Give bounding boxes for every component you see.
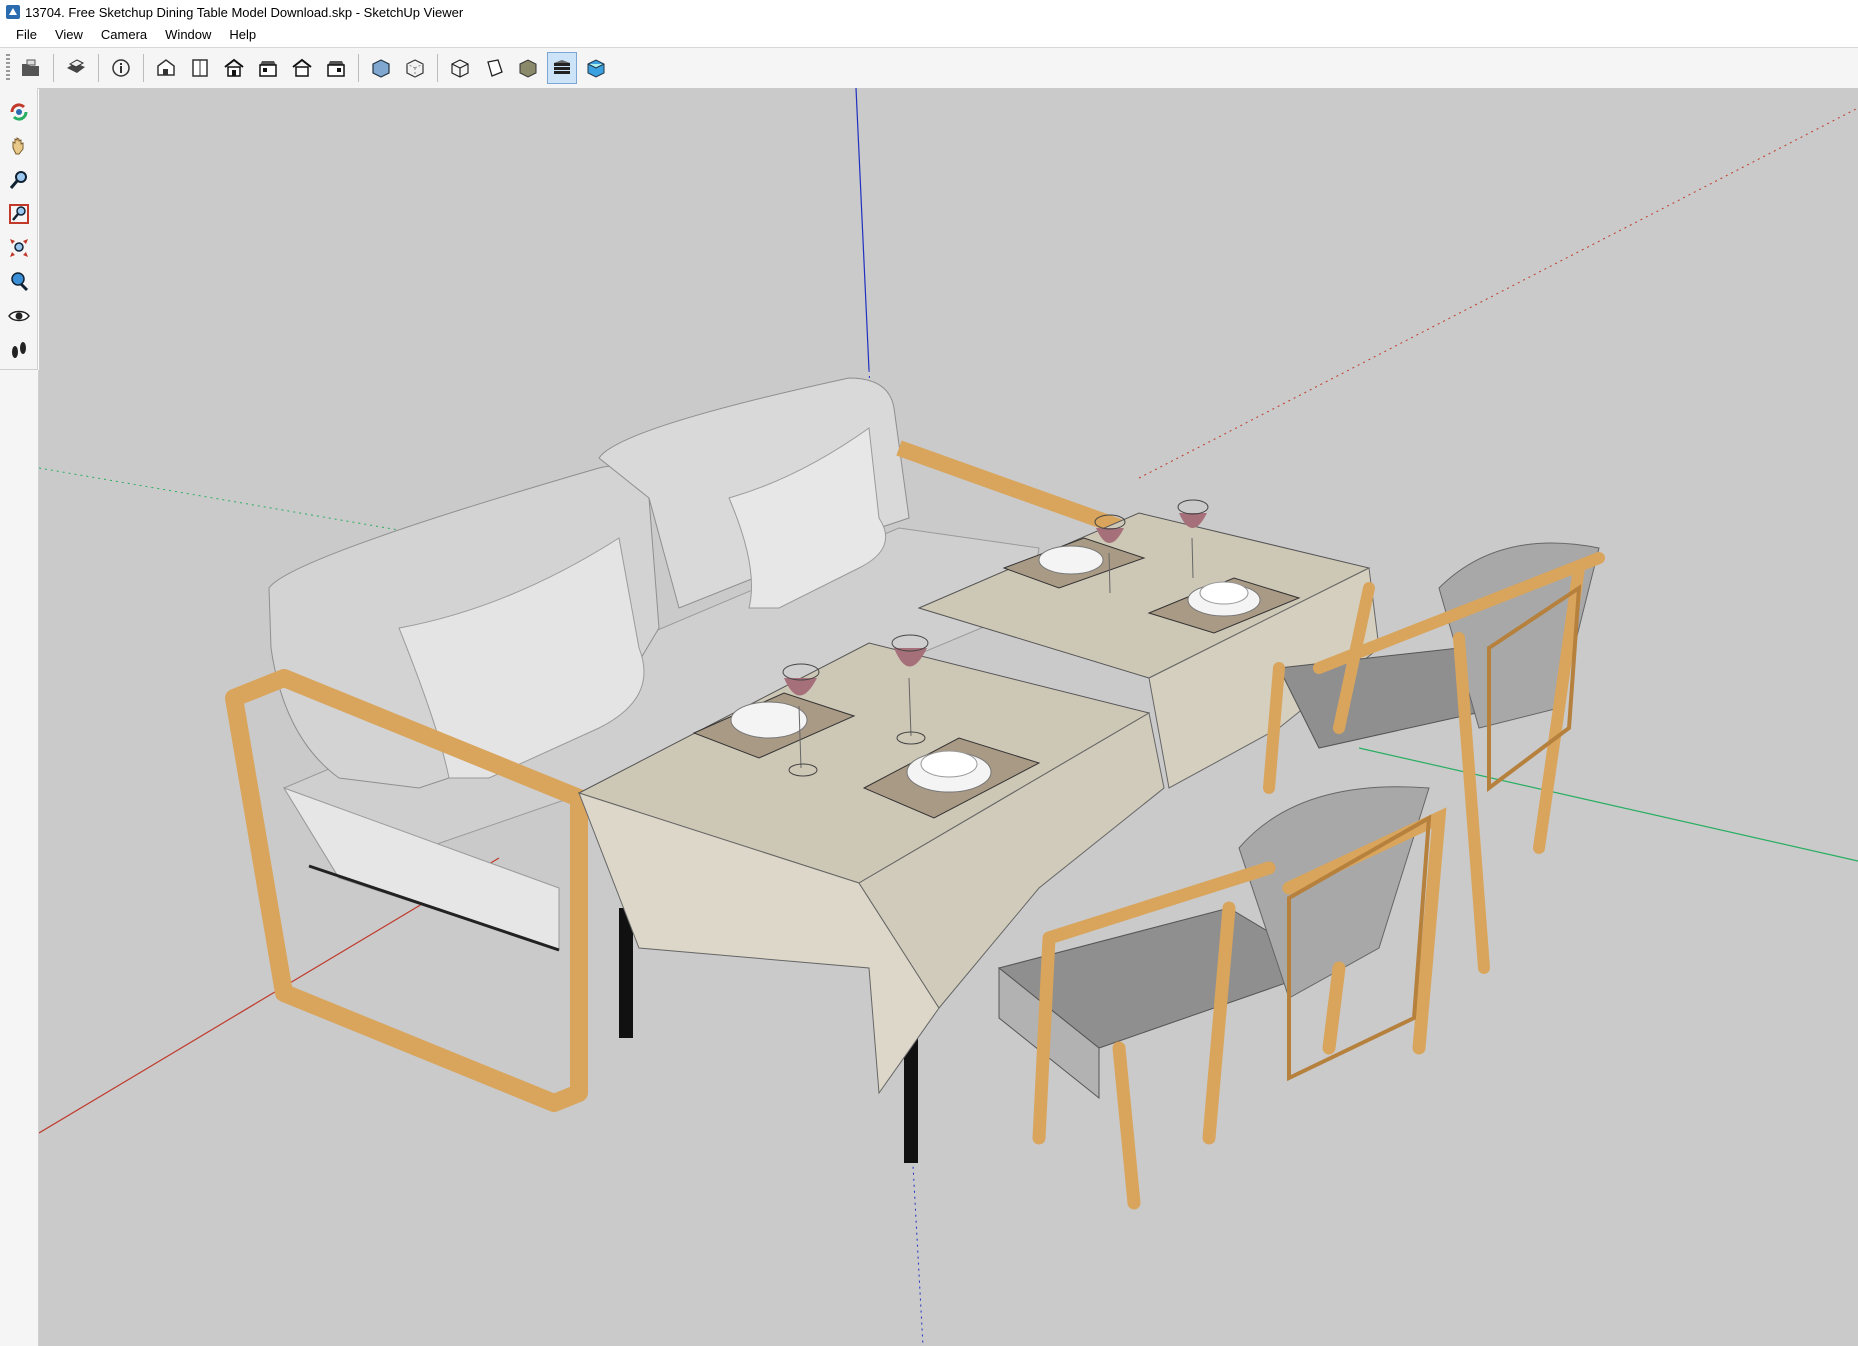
sketchup-app-icon (5, 4, 21, 20)
position-camera-icon (10, 272, 28, 292)
toolbar-separator (358, 54, 359, 82)
shaded-button[interactable] (513, 52, 543, 84)
look-around-button[interactable] (4, 300, 34, 332)
walk-icon (11, 342, 26, 358)
menu-window[interactable]: Window (156, 24, 220, 46)
wireframe-icon (451, 59, 469, 78)
look-around-icon (7, 310, 30, 322)
hidden-line-icon (487, 59, 503, 77)
back-edges-icon (406, 59, 424, 78)
zoom-extents-button[interactable] (4, 232, 34, 264)
print-button[interactable] (61, 52, 91, 84)
shaded-icon (519, 59, 537, 78)
plate (1038, 545, 1104, 575)
menu-camera[interactable]: Camera (92, 24, 156, 46)
left-toolbar-dock (0, 370, 39, 1346)
model-info-icon (112, 59, 130, 77)
toolbar-separator (98, 54, 99, 82)
toolbar-separator (143, 54, 144, 82)
right-view-button[interactable] (253, 52, 283, 84)
back-edges-button[interactable] (400, 52, 430, 84)
print-icon (67, 59, 85, 73)
toolbar-separator (53, 54, 54, 82)
model-viewport[interactable] (39, 88, 1858, 1346)
bowl (1199, 581, 1249, 605)
pan-button[interactable] (4, 130, 34, 162)
blue-axis-line (855, 88, 870, 371)
zoom-extents-icon (9, 239, 28, 257)
model-info-button[interactable] (106, 52, 136, 84)
red-axis-dotted (1138, 107, 1858, 479)
orbit-icon (9, 103, 28, 121)
iso-view-button[interactable] (151, 52, 181, 84)
main-toolbar (0, 47, 1858, 89)
left-view-icon (327, 61, 345, 77)
shaded-textures-button[interactable] (547, 52, 577, 84)
wireframe-button[interactable] (445, 52, 475, 84)
toolbar-grip[interactable] (6, 54, 10, 82)
toolbar-separator (437, 54, 438, 82)
back-view-icon (292, 58, 312, 77)
monochrome-button[interactable] (581, 52, 611, 84)
front-view-button[interactable] (219, 52, 249, 84)
camera-tools-toolbar (0, 88, 38, 370)
open-icon (22, 59, 39, 76)
pan-icon (12, 137, 23, 155)
shaded-textures-icon (554, 60, 570, 74)
window-title: 13704. Free Sketchup Dining Table Model … (25, 4, 464, 20)
open-button[interactable] (16, 52, 46, 84)
left-view-button[interactable] (321, 52, 351, 84)
zoom-button[interactable] (4, 164, 34, 196)
xray-icon (372, 59, 390, 78)
hidden-line-button[interactable] (479, 52, 509, 84)
orbit-button[interactable] (4, 96, 34, 128)
zoom-window-icon (8, 204, 29, 224)
iso-view-icon (157, 59, 175, 76)
menu-help[interactable]: Help (220, 24, 265, 46)
front-view-icon (224, 58, 244, 77)
top-view-icon (192, 59, 208, 77)
walk-button[interactable] (4, 334, 34, 366)
bowl (920, 750, 978, 778)
back-view-button[interactable] (287, 52, 317, 84)
xray-button[interactable] (366, 52, 396, 84)
menu-view[interactable]: View (46, 24, 92, 46)
title-bar: 13704. Free Sketchup Dining Table Model … (0, 0, 1858, 24)
menu-bar: File View Camera Window Help (0, 24, 1858, 46)
menu-file[interactable]: File (0, 24, 46, 46)
monochrome-icon (587, 59, 605, 78)
zoom-window-button[interactable] (4, 198, 34, 230)
top-view-button[interactable] (185, 52, 215, 84)
right-view-icon (259, 61, 277, 77)
zoom-icon (9, 171, 27, 189)
position-camera-button[interactable] (4, 266, 34, 298)
plate (730, 701, 808, 739)
